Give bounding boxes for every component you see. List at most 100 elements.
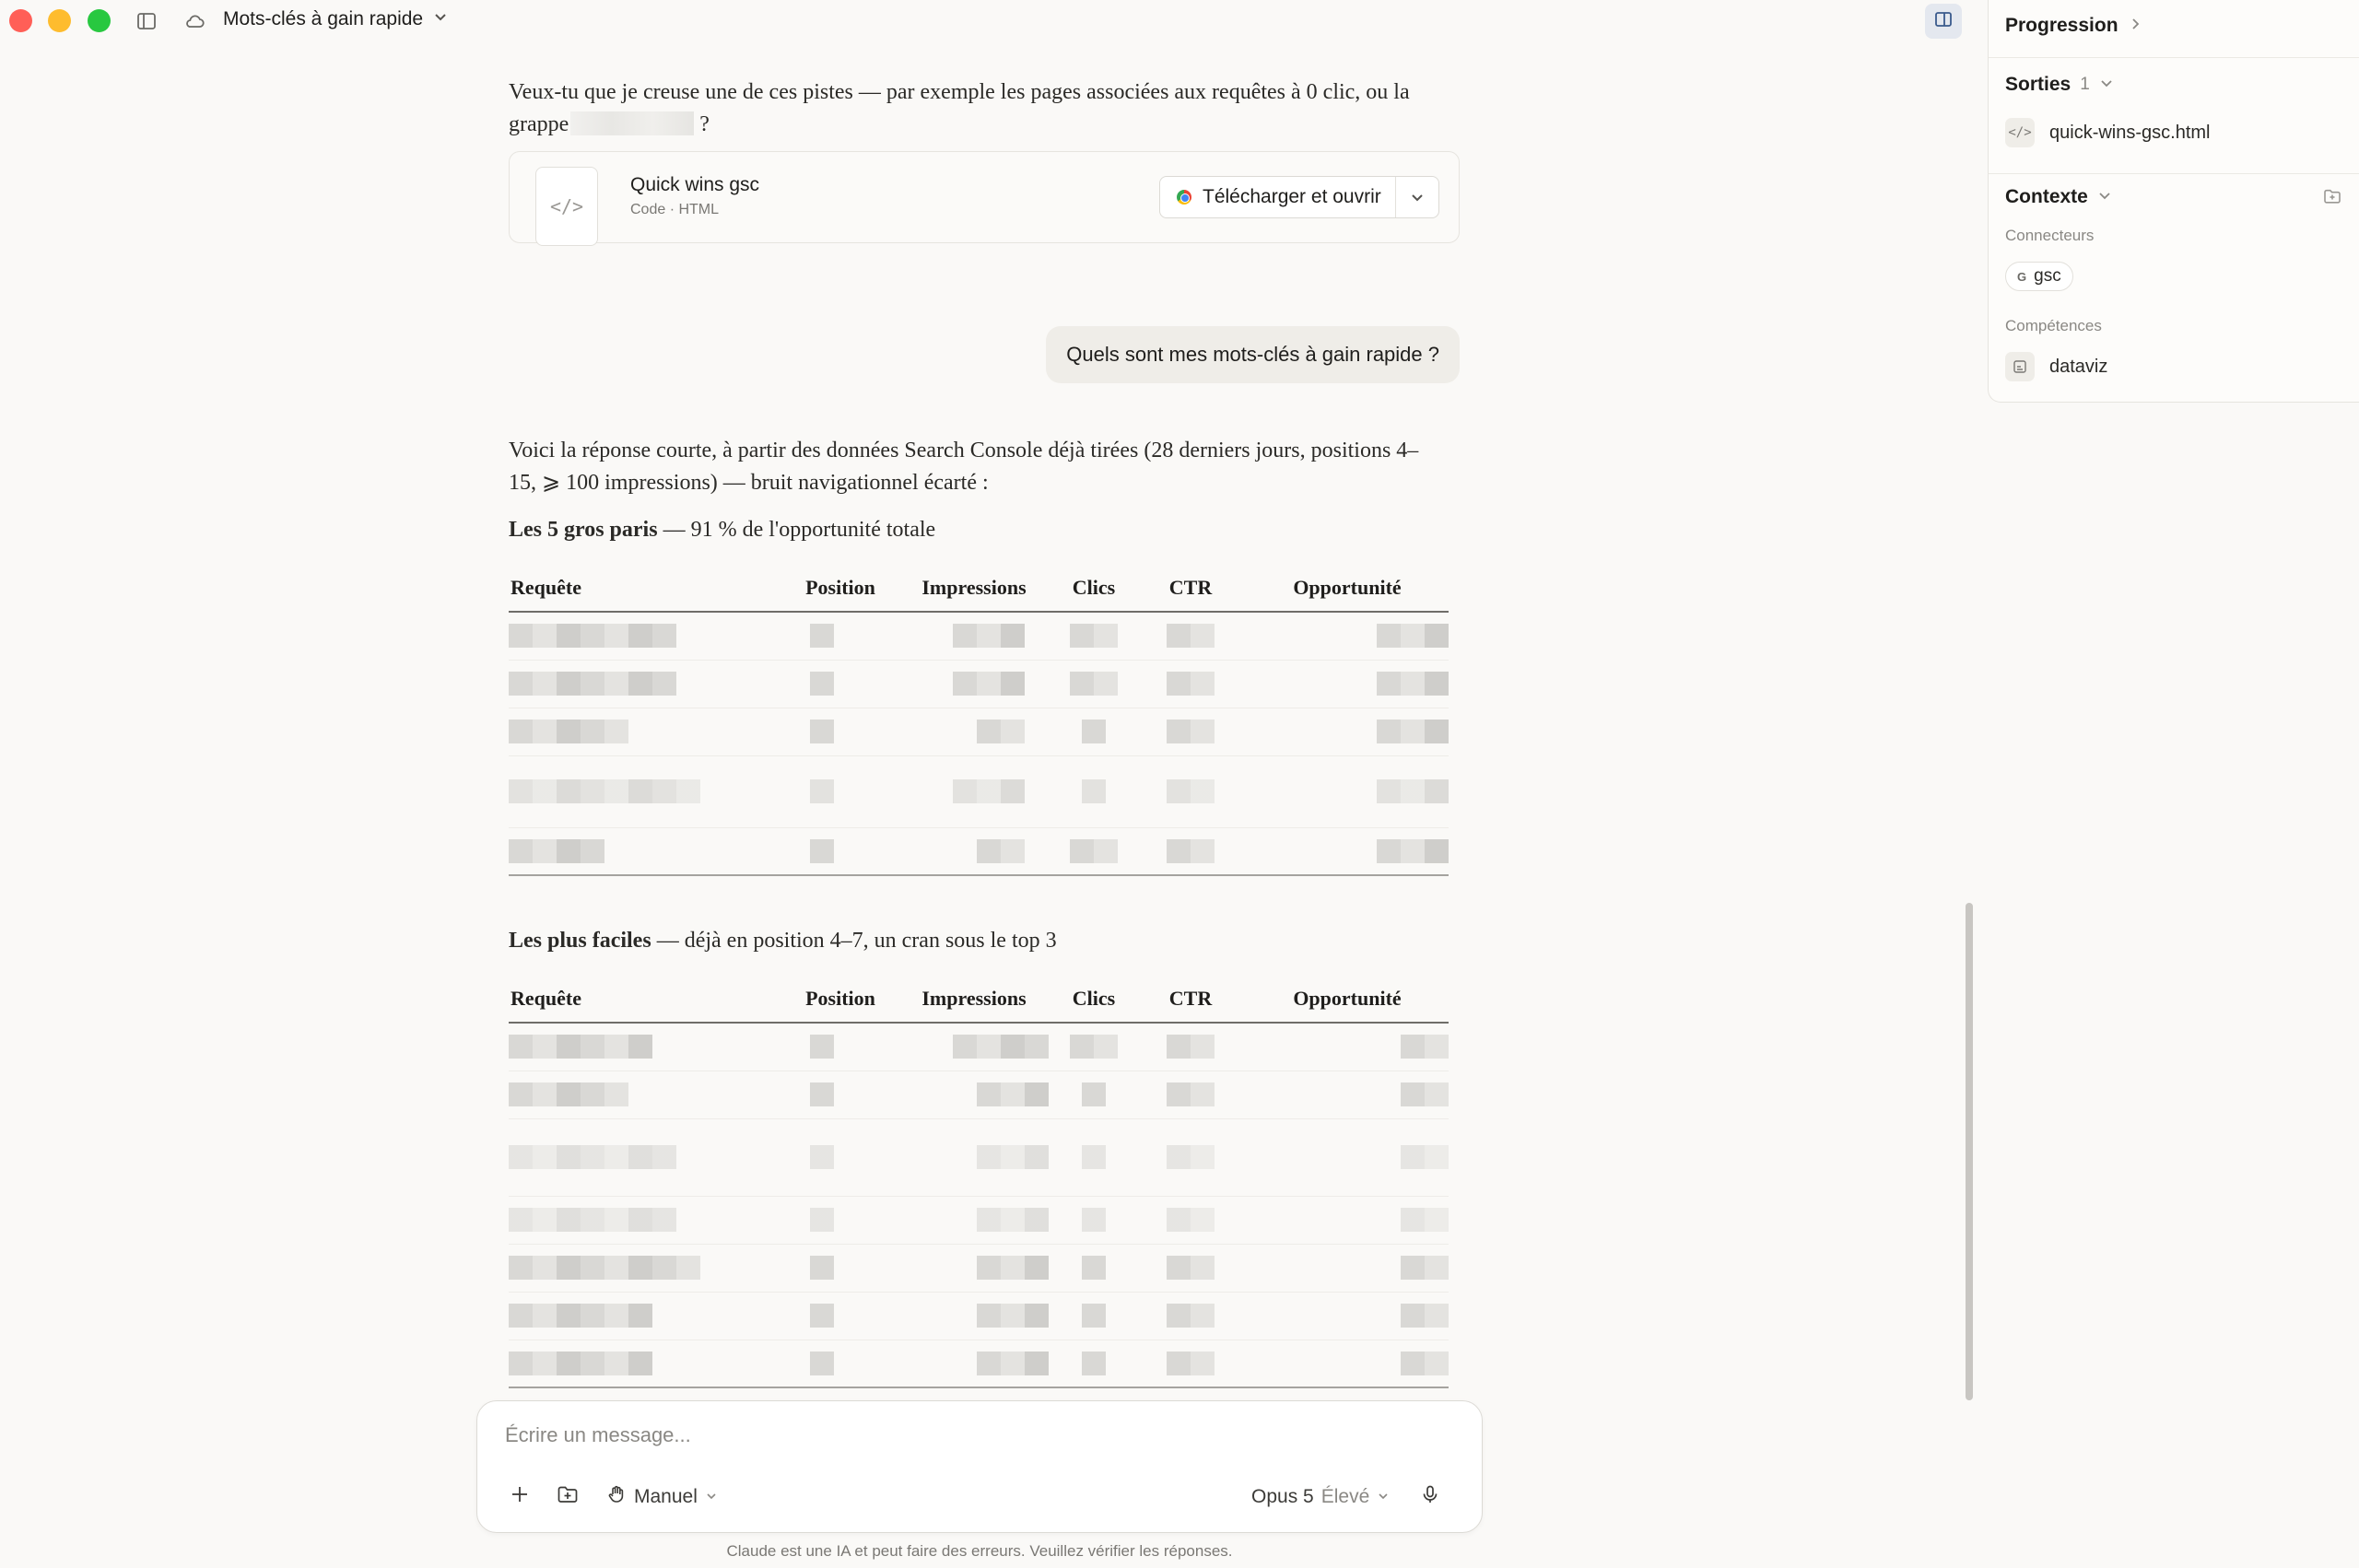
connector-name: gsc	[2034, 266, 2061, 286]
table-row	[509, 1244, 1449, 1293]
redacted-cell	[509, 1351, 652, 1375]
col-clicks: Clics	[1052, 564, 1135, 613]
assistant-intro-suffix: ?	[699, 112, 710, 136]
redacted-cell	[1167, 1351, 1215, 1375]
context-section-header[interactable]: Contexte	[2005, 186, 2112, 208]
connector-chip-gsc[interactable]: G gsc	[2005, 262, 2073, 291]
mode-selector[interactable]: Manuel	[606, 1482, 718, 1512]
code-file-icon: </>	[2005, 118, 2035, 147]
redacted-cell	[1167, 672, 1215, 696]
outputs-count: 1	[2080, 75, 2090, 94]
col-query: Requête	[509, 564, 785, 613]
redacted-cell	[1167, 624, 1215, 649]
redacted-cell	[810, 779, 834, 803]
section-title-big-bets: Les 5 gros paris — 91 % de l'opportunité…	[509, 515, 935, 544]
col-query: Requête	[509, 975, 785, 1024]
redacted-cell	[1401, 1035, 1449, 1059]
table-row	[509, 1292, 1449, 1340]
table-row	[509, 1196, 1449, 1245]
section1-title-bold: Les 5 gros paris	[509, 518, 658, 542]
message-input[interactable]	[505, 1423, 1426, 1447]
model-name: Opus 5	[1251, 1486, 1314, 1507]
redacted-cell	[509, 1145, 676, 1169]
redacted-cell	[977, 1208, 1049, 1232]
redacted-cell	[509, 1208, 676, 1232]
connectors-heading: Connecteurs	[2005, 227, 2094, 245]
ai-disclaimer: Claude est une IA et peut faire des erre…	[726, 1542, 1233, 1560]
model-selector[interactable]: Opus 5 Élevé	[1251, 1482, 1390, 1512]
panel-toggle-button[interactable]	[1925, 4, 1962, 39]
conversation-area: Veux-tu que je creuse une de ces pistes …	[509, 0, 1460, 1400]
mode-label: Manuel	[634, 1486, 698, 1507]
redacted-cell	[1082, 720, 1106, 743]
redacted-cell	[1377, 838, 1449, 863]
redacted-cell	[977, 1145, 1049, 1169]
redacted-cell	[509, 624, 676, 649]
add-context-folder-icon[interactable]	[2322, 186, 2342, 211]
section2-title-rest: — déjà en position 4–7, un cran sous le …	[651, 929, 1057, 953]
artifact-card[interactable]: </> Quick wins gsc Code · HTML Télécharg…	[509, 151, 1460, 246]
col-position: Position	[785, 564, 896, 613]
download-open-button[interactable]: Télécharger et ouvrir	[1159, 176, 1439, 218]
add-folder-button[interactable]	[556, 1482, 580, 1512]
table-header-row: Requête Position Impressions Clics CTR O…	[509, 564, 1449, 613]
close-window-button[interactable]	[9, 9, 32, 32]
section2-title-bold: Les plus faciles	[509, 929, 651, 953]
redacted-cell	[953, 1035, 1049, 1059]
redacted-cell	[1401, 1145, 1449, 1169]
cloud-icon	[182, 9, 206, 33]
chevron-down-icon	[2097, 188, 2112, 207]
col-impressions: Impressions	[896, 564, 1052, 613]
redacted-cell	[509, 1304, 652, 1328]
redacted-cell	[1377, 779, 1449, 803]
panel-icon	[1933, 9, 1954, 34]
redacted-cell	[1377, 624, 1449, 649]
progress-section-header[interactable]: Progression	[2005, 15, 2142, 37]
redacted-cell	[1082, 1145, 1106, 1169]
conversation-title[interactable]: Mots-clés à gain rapide	[223, 8, 449, 30]
add-attachment-button[interactable]	[509, 1482, 531, 1512]
redacted-cell	[1082, 1351, 1106, 1375]
redacted-cell	[810, 1304, 834, 1328]
table-row	[509, 612, 1449, 661]
table-row	[509, 1023, 1449, 1071]
minimize-window-button[interactable]	[48, 9, 71, 32]
conversation-title-text: Mots-clés à gain rapide	[223, 8, 424, 29]
redacted-cell	[1082, 1208, 1106, 1232]
outputs-section-header[interactable]: Sorties 1	[2005, 74, 2114, 96]
redacted-cell	[953, 624, 1025, 649]
conversation-scrollbar[interactable]	[1966, 903, 1973, 1400]
redacted-cell	[810, 624, 834, 649]
redacted-cell	[1082, 779, 1106, 803]
skill-item-dataviz[interactable]: dataviz	[2005, 352, 2107, 381]
redacted-cell	[1401, 1304, 1449, 1328]
redacted-cell	[1167, 1082, 1215, 1106]
redacted-cell	[1070, 1035, 1118, 1059]
redacted-cell	[977, 838, 1025, 863]
sidebar-toggle-icon[interactable]	[135, 9, 158, 33]
redacted-cell	[509, 1035, 652, 1059]
section1-title-rest: — 91 % de l'opportunité totale	[657, 518, 936, 542]
voice-input-button[interactable]	[1419, 1482, 1441, 1512]
col-ctr: CTR	[1135, 975, 1246, 1024]
table-row	[509, 1071, 1449, 1119]
redacted-cell	[1082, 1082, 1106, 1106]
redacted-cell	[1377, 720, 1449, 743]
download-options-chevron-icon[interactable]	[1396, 189, 1438, 205]
maximize-window-button[interactable]	[88, 9, 111, 32]
user-message: Quels sont mes mots-clés à gain rapide ?	[1046, 326, 1460, 383]
redacted-cell	[1377, 672, 1449, 696]
col-impressions: Impressions	[896, 975, 1052, 1024]
col-opportunity: Opportunité	[1246, 975, 1449, 1024]
output-file-item[interactable]: </> quick-wins-gsc.html	[2005, 118, 2210, 147]
download-open-main[interactable]: Télécharger et ouvrir	[1160, 177, 1396, 217]
redacted-cell	[1082, 1304, 1106, 1328]
artifact-name: Quick wins gsc	[630, 174, 760, 195]
table-row	[509, 660, 1449, 708]
answer-intro: Voici la réponse courte, à partir des do…	[509, 439, 1419, 495]
redacted-cell	[810, 1256, 834, 1280]
google-icon: G	[2017, 269, 2027, 284]
redacted-cell	[1070, 624, 1118, 649]
microphone-icon	[1419, 1483, 1441, 1511]
table-header-row: Requête Position Impressions Clics CTR O…	[509, 975, 1449, 1024]
